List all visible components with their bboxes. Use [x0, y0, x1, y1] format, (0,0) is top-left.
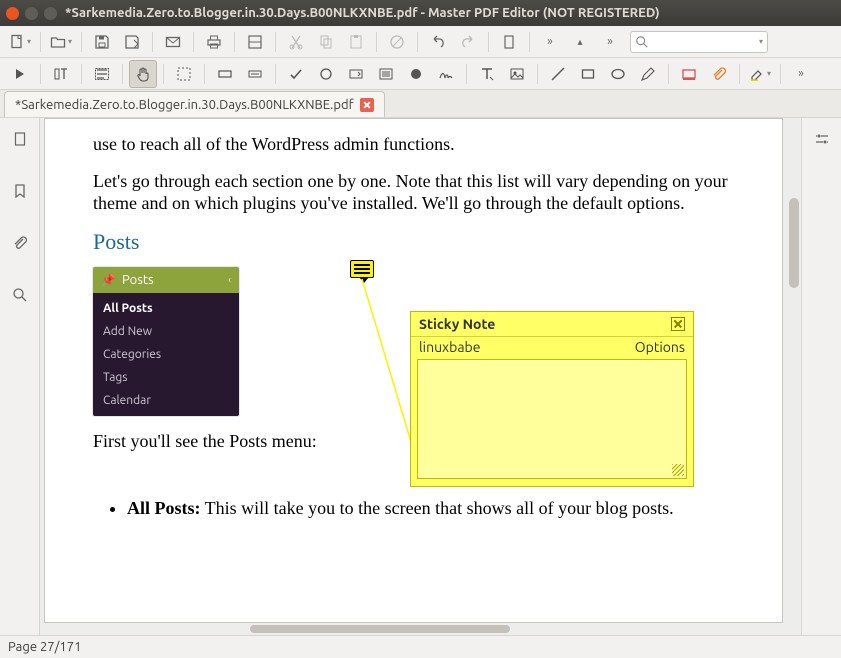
posts-menu-item: Tags: [93, 366, 239, 389]
window-minimize-button[interactable]: [25, 7, 38, 20]
signature-tool[interactable]: [432, 60, 460, 88]
email-button[interactable]: [159, 28, 187, 56]
posts-menu-item: Calendar: [93, 389, 239, 412]
toolbar1-more-right[interactable]: »: [536, 28, 564, 56]
combo-tool[interactable]: [342, 60, 370, 88]
edit-document-tool[interactable]: [6, 60, 34, 88]
insert-image-tool[interactable]: [503, 60, 531, 88]
search-box[interactable]: ▾: [630, 31, 768, 53]
scan-button[interactable]: [241, 28, 269, 56]
search-container: ▾: [630, 31, 768, 53]
vertical-scrollbar[interactable]: [787, 118, 801, 623]
text-field-button[interactable]: [241, 60, 269, 88]
horizontal-scrollbar[interactable]: [40, 623, 787, 635]
toolbar1-collapse-up[interactable]: ▴: [566, 28, 594, 56]
select-text-tool[interactable]: [88, 60, 116, 88]
cut-button[interactable]: [282, 28, 310, 56]
page-viewer[interactable]: use to reach all of the WordPress admin …: [40, 118, 801, 635]
line-tool[interactable]: [544, 60, 572, 88]
posts-menu-item: All Posts: [93, 297, 239, 320]
save-as-button[interactable]: [118, 28, 146, 56]
ellipse-tool[interactable]: [604, 60, 632, 88]
bookmarks-panel-button[interactable]: [9, 180, 31, 202]
list-tool[interactable]: [372, 60, 400, 88]
undo-button[interactable]: [424, 28, 452, 56]
pencil-tool[interactable]: [634, 60, 662, 88]
redo-button[interactable]: [454, 28, 482, 56]
doc-paragraph-1: use to reach all of the WordPress admin …: [93, 133, 734, 156]
highlighter-tool[interactable]: ▾: [746, 60, 774, 88]
left-sidebar: [0, 118, 40, 635]
window-titlebar: *Sarkemedia.Zero.to.Blogger.in.30.Days.B…: [0, 0, 841, 26]
vertical-scroll-thumb[interactable]: [789, 198, 799, 288]
search-panel-button[interactable]: [9, 284, 31, 306]
page-indicator: Page 27/171: [8, 640, 81, 654]
save-button[interactable]: [88, 28, 116, 56]
radio-tool[interactable]: [312, 60, 340, 88]
horizontal-scroll-thumb[interactable]: [250, 625, 510, 633]
paste-button[interactable]: [342, 28, 370, 56]
sticky-note-title: Sticky Note: [419, 316, 495, 332]
posts-menu-header: Posts: [122, 273, 154, 287]
copy-button[interactable]: [312, 28, 340, 56]
search-input[interactable]: [649, 35, 759, 49]
doc-figure-posts-menu: 📌Posts‹ All Posts Add New Categories Tag…: [93, 267, 239, 416]
form-field-button[interactable]: [211, 60, 239, 88]
deny-button[interactable]: [383, 28, 411, 56]
window-maximize-button[interactable]: [44, 7, 57, 20]
sticky-note-author: linuxbabe: [419, 339, 480, 355]
doc-paragraph-2: Let's go through each section one by one…: [93, 170, 734, 215]
sticky-note-options-button[interactable]: Options: [635, 339, 685, 355]
toolbar-primary: ▾ ▾ » ▴ » ▾: [0, 26, 841, 58]
pin-icon: 📌: [101, 273, 116, 287]
hand-tool[interactable]: [129, 60, 157, 88]
tab-close-button[interactable]: [360, 98, 374, 112]
attachments-panel-button[interactable]: [9, 232, 31, 254]
window-title: *Sarkemedia.Zero.to.Blogger.in.30.Days.B…: [65, 6, 660, 20]
selection-tool[interactable]: [170, 60, 198, 88]
sticky-note-resize-grip[interactable]: [672, 464, 684, 476]
sticky-note-popup[interactable]: Sticky Note linuxbabe Options: [410, 311, 694, 487]
sticky-note-annotation-icon[interactable]: [350, 260, 374, 278]
checkbox-tool[interactable]: [282, 60, 310, 88]
open-file-button[interactable]: ▾: [47, 28, 75, 56]
insert-text-tool[interactable]: [473, 60, 501, 88]
new-file-button[interactable]: ▾: [6, 28, 34, 56]
thumbnails-panel-button[interactable]: [9, 128, 31, 150]
sticky-note-textarea[interactable]: [418, 360, 686, 478]
status-bar: Page 27/171: [0, 635, 841, 658]
document-tab[interactable]: *Sarkemedia.Zero.to.Blogger.in.30.Days.B…: [4, 91, 385, 117]
attachment-tool[interactable]: [705, 60, 733, 88]
pdf-page: use to reach all of the WordPress admin …: [44, 118, 783, 623]
edit-text-tool[interactable]: [47, 60, 75, 88]
sticky-note-close-button[interactable]: [671, 317, 685, 331]
radio-filled-tool[interactable]: [402, 60, 430, 88]
right-sidebar: [801, 118, 841, 635]
toolbar1-overflow[interactable]: »: [596, 28, 624, 56]
page-view-button[interactable]: [495, 28, 523, 56]
toolbar2-overflow[interactable]: »: [787, 60, 815, 88]
doc-list-item: All Posts: This will take you to the scr…: [127, 498, 734, 519]
document-tab-label: *Sarkemedia.Zero.to.Blogger.in.30.Days.B…: [15, 98, 354, 112]
print-button[interactable]: [200, 28, 228, 56]
posts-menu-item: Categories: [93, 343, 239, 366]
posts-menu-item: Add New: [93, 320, 239, 343]
document-tabs: *Sarkemedia.Zero.to.Blogger.in.30.Days.B…: [0, 90, 841, 118]
doc-heading-posts: Posts: [93, 229, 734, 255]
toolbar-secondary: ▾ »: [0, 58, 841, 90]
comment-highlight-tool[interactable]: [675, 60, 703, 88]
window-close-button[interactable]: [6, 7, 19, 20]
properties-panel-button[interactable]: [811, 128, 833, 150]
main-area: use to reach all of the WordPress admin …: [0, 118, 841, 635]
rectangle-tool[interactable]: [574, 60, 602, 88]
